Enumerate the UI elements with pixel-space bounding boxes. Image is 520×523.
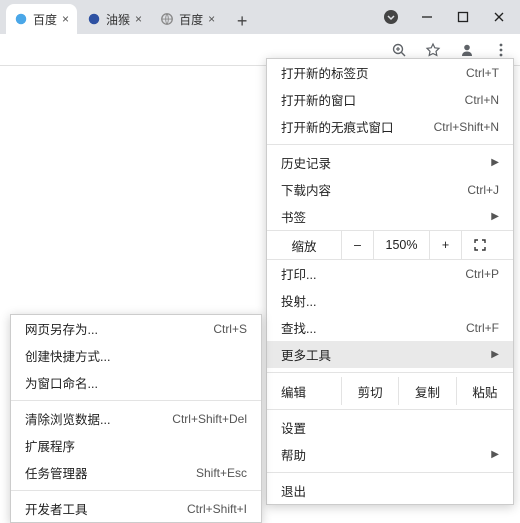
menu-new-tab[interactable]: 打开新的标签页 Ctrl+T [267,59,513,86]
tab-bar: 百度 × 油猴 × 百度 × + [0,0,520,34]
paste-button[interactable]: 粘贴 [456,377,513,405]
menu-bookmarks[interactable]: 书签 ▶ [267,203,513,230]
minimize-button[interactable] [418,8,436,26]
tab-0[interactable]: 百度 × [6,4,77,34]
menu-label: 历史记录 [281,153,331,172]
tab-2[interactable]: 百度 × [152,4,223,34]
submenu-extensions[interactable]: 扩展程序 [11,432,261,459]
profile-icon[interactable] [458,41,476,59]
window-controls [374,0,520,34]
menu-find[interactable]: 查找... Ctrl+F [267,314,513,341]
menu-label: 创建快捷方式... [25,346,110,365]
zoom-in-button[interactable]: + [429,231,461,259]
menu-label: 扩展程序 [25,436,75,455]
menu-label: 书签 [281,207,306,226]
browser-main-menu: 打开新的标签页 Ctrl+T 打开新的窗口 Ctrl+N 打开新的无痕式窗口 Ctrl… [266,58,514,505]
menu-new-window[interactable]: 打开新的窗口 Ctrl+N [267,86,513,113]
menu-shortcut: Ctrl+J [467,183,499,197]
menu-shortcut: Shift+Esc [196,466,247,480]
chevron-right-icon: ▶ [491,211,499,222]
menu-label: 为窗口命名... [25,373,98,392]
menu-label: 打印... [281,264,316,283]
menu-label: 打开新的无痕式窗口 [281,117,394,136]
more-tools-submenu: 网页另存为... Ctrl+S 创建快捷方式... 为窗口命名... 清除浏览数据… [10,314,262,523]
favicon-icon [14,12,28,26]
edit-label: 编辑 [267,382,341,401]
tab-title: 油猴 [106,11,130,28]
zoom-value: 150% [373,231,429,259]
menu-shortcut: Ctrl+Shift+N [434,120,499,134]
submenu-clear-data[interactable]: 清除浏览数据... Ctrl+Shift+Del [11,405,261,432]
menu-label: 清除浏览数据... [25,409,110,428]
menu-shortcut: Ctrl+Shift+Del [172,412,247,426]
submenu-save-as[interactable]: 网页另存为... Ctrl+S [11,315,261,342]
new-tab-button[interactable]: + [229,8,255,34]
separator [11,490,261,491]
tab-1[interactable]: 油猴 × [79,4,150,34]
close-icon[interactable]: × [135,12,142,26]
chevron-right-icon: ▶ [491,449,499,460]
menu-downloads[interactable]: 下载内容 Ctrl+J [267,176,513,203]
menu-cast[interactable]: 投射... [267,287,513,314]
submenu-create-shortcut[interactable]: 创建快捷方式... [11,342,261,369]
tab-title: 百度 [33,11,57,28]
close-icon[interactable]: × [208,12,215,26]
menu-print[interactable]: 打印... Ctrl+P [267,260,513,287]
tab-title: 百度 [179,11,203,28]
menu-edit-row: 编辑 剪切 复制 粘贴 [267,377,513,405]
copy-button[interactable]: 复制 [398,377,455,405]
zoom-label: 缩放 [267,236,341,255]
zoom-out-button[interactable]: – [341,231,373,259]
close-icon[interactable]: × [62,12,69,26]
chevron-right-icon: ▶ [491,349,499,360]
separator [11,400,261,401]
close-button[interactable] [490,8,508,26]
menu-shortcut: Ctrl+F [466,321,499,335]
menu-label: 更多工具 [281,345,331,364]
separator [267,144,513,145]
menu-label: 打开新的窗口 [281,90,356,109]
menu-settings[interactable]: 设置 [267,414,513,441]
menu-label: 任务管理器 [25,463,88,482]
menu-shortcut: Ctrl+P [465,267,499,281]
chevron-right-icon: ▶ [491,157,499,168]
fullscreen-button[interactable] [461,231,497,259]
menu-label: 打开新的标签页 [281,63,369,82]
menu-label: 退出 [281,481,306,500]
zoom-icon[interactable] [390,41,408,59]
menu-shortcut: Ctrl+T [466,66,499,80]
menu-label: 网页另存为... [25,319,98,338]
separator [267,372,513,373]
menu-exit[interactable]: 退出 [267,477,513,504]
menu-new-incognito[interactable]: 打开新的无痕式窗口 Ctrl+Shift+N [267,113,513,140]
menu-label: 设置 [281,418,306,437]
maximize-button[interactable] [454,8,472,26]
menu-label: 帮助 [281,445,306,464]
submenu-task-manager[interactable]: 任务管理器 Shift+Esc [11,459,261,486]
menu-more-tools[interactable]: 更多工具 ▶ [267,341,513,368]
separator [267,472,513,473]
menu-label: 查找... [281,318,316,337]
menu-label: 投射... [281,291,316,310]
menu-zoom-row: 缩放 – 150% + [267,230,513,260]
menu-shortcut: Ctrl+S [213,322,247,336]
favicon-icon [87,12,101,26]
menu-label: 下载内容 [281,180,331,199]
submenu-name-window[interactable]: 为窗口命名... [11,369,261,396]
menu-shortcut: Ctrl+N [465,93,499,107]
menu-history[interactable]: 历史记录 ▶ [267,149,513,176]
menu-icon[interactable] [492,41,510,59]
menu-help[interactable]: 帮助 ▶ [267,441,513,468]
separator [267,409,513,410]
cut-button[interactable]: 剪切 [341,377,398,405]
star-icon[interactable] [424,41,442,59]
favicon-icon [160,12,174,26]
chevron-down-icon[interactable] [382,8,400,26]
